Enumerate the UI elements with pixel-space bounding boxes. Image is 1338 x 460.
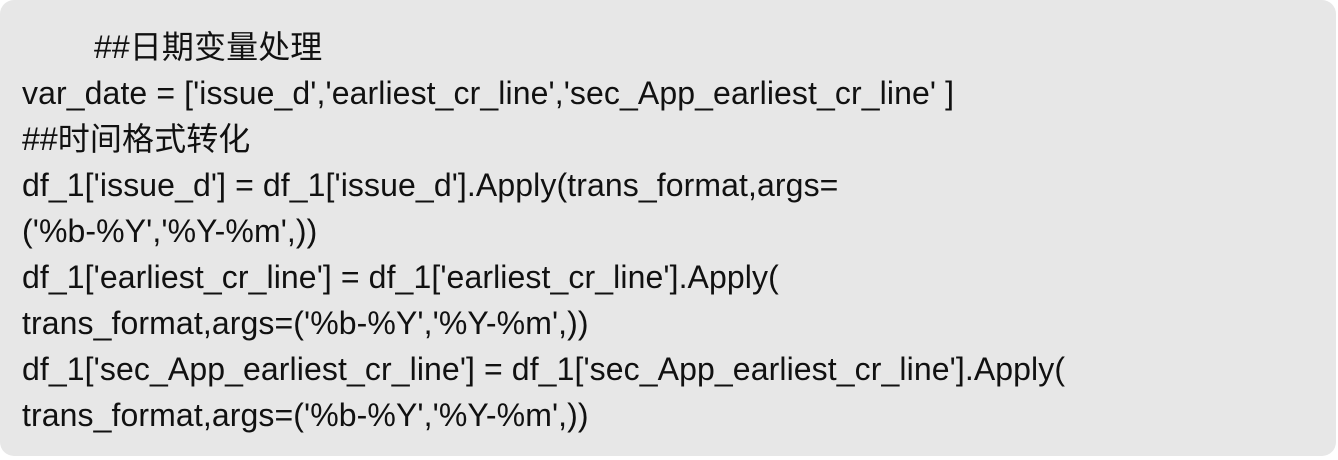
code-line-issue-d: df_1['issue_d'] = df_1['issue_d'].Apply(… bbox=[22, 167, 839, 203]
code-line-var-date: var_date = ['issue_d','earliest_cr_line'… bbox=[22, 75, 955, 111]
code-comment-format-conversion: ##时间格式转化 bbox=[22, 121, 251, 157]
code-line-earliest-cr-line-args: trans_format,args=('%b-%Y','%Y-%m',)) bbox=[22, 305, 589, 341]
code-line-sec-app-earliest-cr-line: df_1['sec_App_earliest_cr_line'] = df_1[… bbox=[22, 351, 1066, 387]
code-line-sec-app-earliest-cr-line-args: trans_format,args=('%b-%Y','%Y-%m',)) bbox=[22, 397, 589, 433]
code-line-earliest-cr-line: df_1['earliest_cr_line'] = df_1['earlies… bbox=[22, 259, 779, 295]
code-line-issue-d-args: ('%b-%Y','%Y-%m',)) bbox=[22, 213, 318, 249]
code-block: ##日期变量处理 var_date = ['issue_d','earliest… bbox=[0, 0, 1336, 456]
code-comment-date-variables: ##日期变量处理 bbox=[94, 29, 323, 65]
